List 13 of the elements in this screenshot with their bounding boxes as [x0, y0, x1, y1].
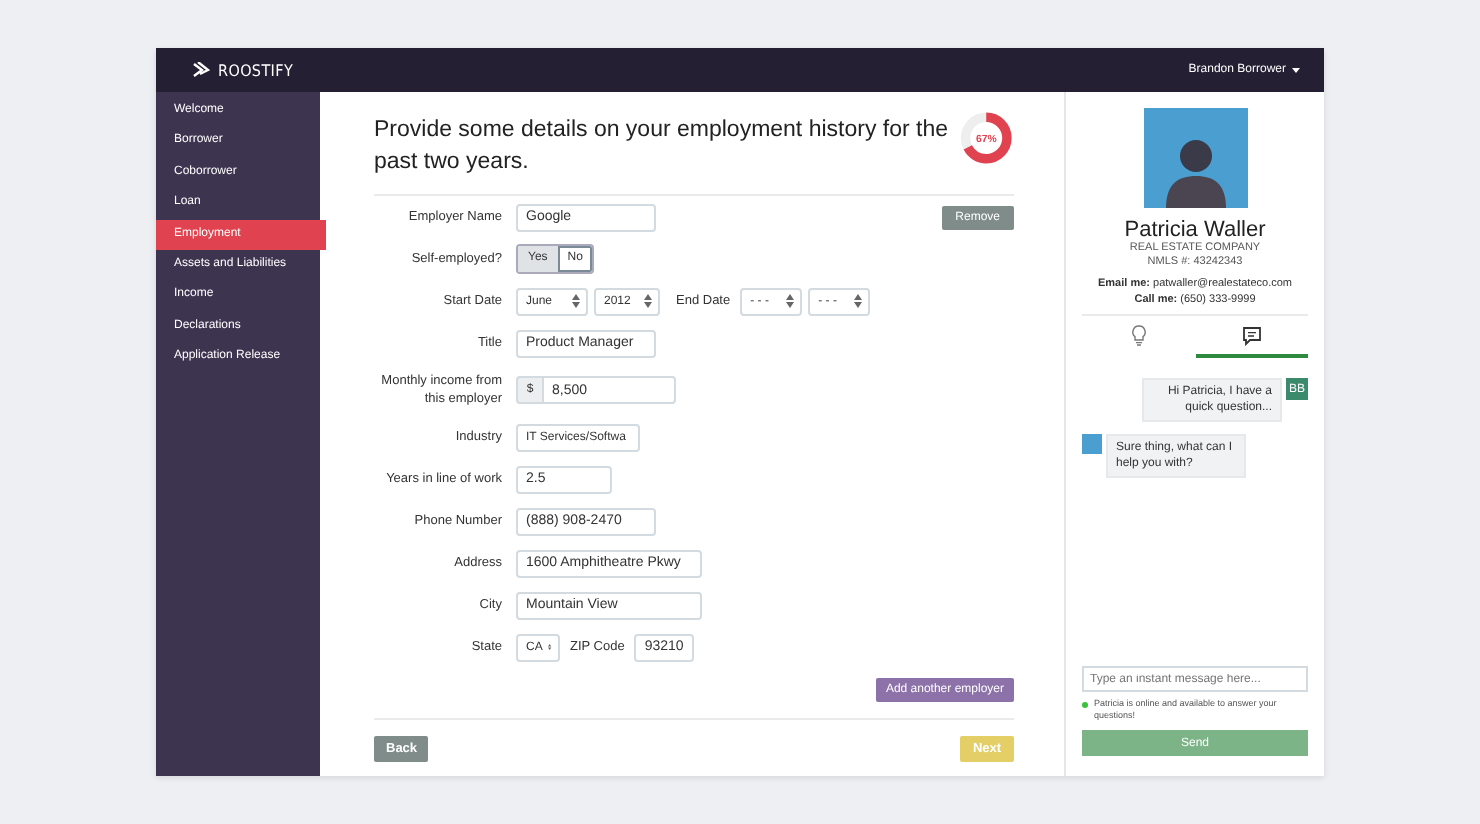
- updown-arrows-icon: [548, 640, 552, 654]
- logo-icon: [192, 62, 210, 78]
- updown-arrows-icon: [644, 294, 652, 308]
- brand-name: ROOSTIFY: [218, 61, 294, 79]
- agent-name: Patricia Waller: [1122, 218, 1268, 242]
- chat-icon: [1241, 325, 1262, 345]
- caret-icon: [1292, 67, 1300, 73]
- lightbulb-icon: [1129, 324, 1148, 346]
- page-heading: Provide some details on your employment history for the past two years.: [374, 116, 950, 178]
- updown-arrows-icon: [854, 294, 863, 308]
- agent-avatar-placeholder: [1082, 434, 1102, 454]
- updown-arrows-icon: [786, 294, 795, 308]
- updown-arrows-icon: [572, 294, 580, 308]
